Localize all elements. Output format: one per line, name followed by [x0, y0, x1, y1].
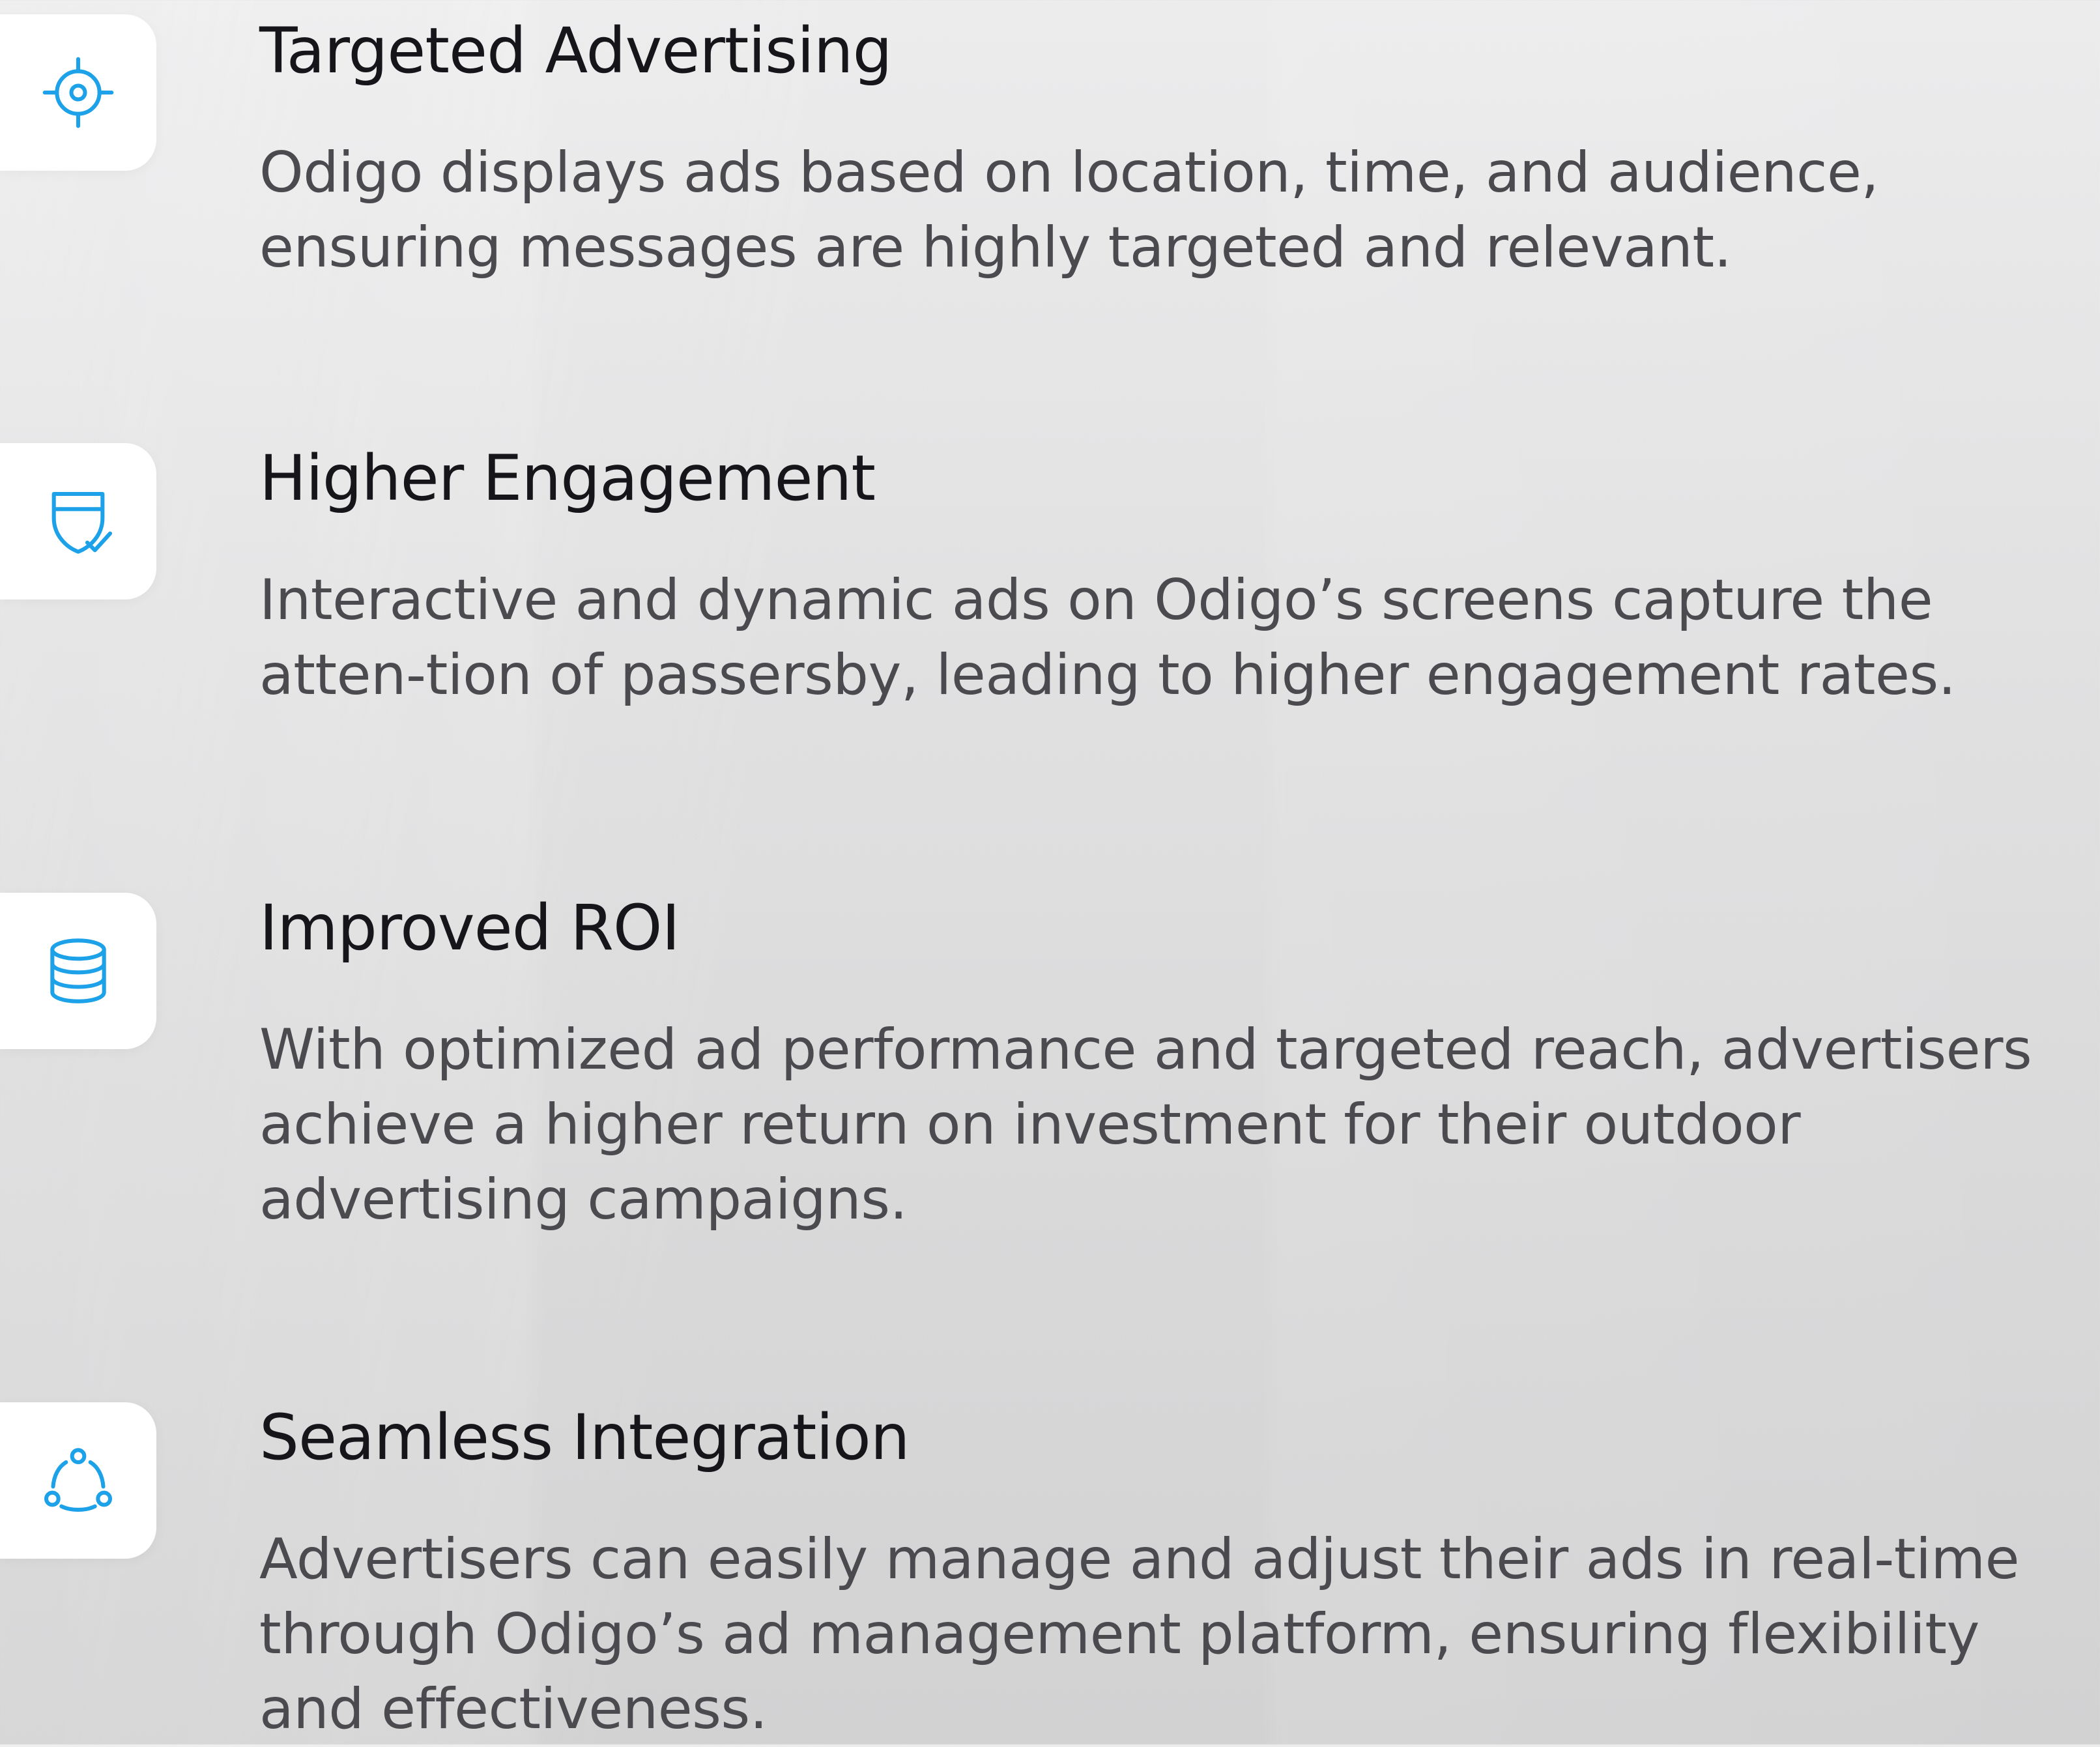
shield-check-icon: [51, 491, 113, 554]
feature-icon-tile: [0, 443, 156, 599]
feature-description: Interactive and dynamic ads on Odigo’s s…: [259, 568, 1956, 708]
feature-description: With optimized ad performance and target…: [259, 1017, 2032, 1232]
feature-title: Higher Engagement: [259, 442, 876, 515]
features-panel: Targeted Advertising Odigo displays ads …: [0, 0, 2100, 1744]
feature-title: Seamless Integration: [259, 1401, 910, 1474]
feature-icon-tile: [0, 1402, 156, 1559]
feature-title: Targeted Advertising: [259, 14, 893, 87]
database-icon: [50, 938, 106, 1003]
feature-description: Advertisers can easily manage and adjust…: [259, 1527, 2020, 1742]
feature-icon-tile: [0, 893, 156, 1049]
target-icon: [42, 57, 114, 128]
feature-description: Odigo displays ads based on location, ti…: [259, 140, 1879, 280]
feature-icon-tile: [0, 14, 156, 171]
integration-nodes-icon: [44, 1448, 113, 1512]
feature-title: Improved ROI: [259, 891, 680, 964]
